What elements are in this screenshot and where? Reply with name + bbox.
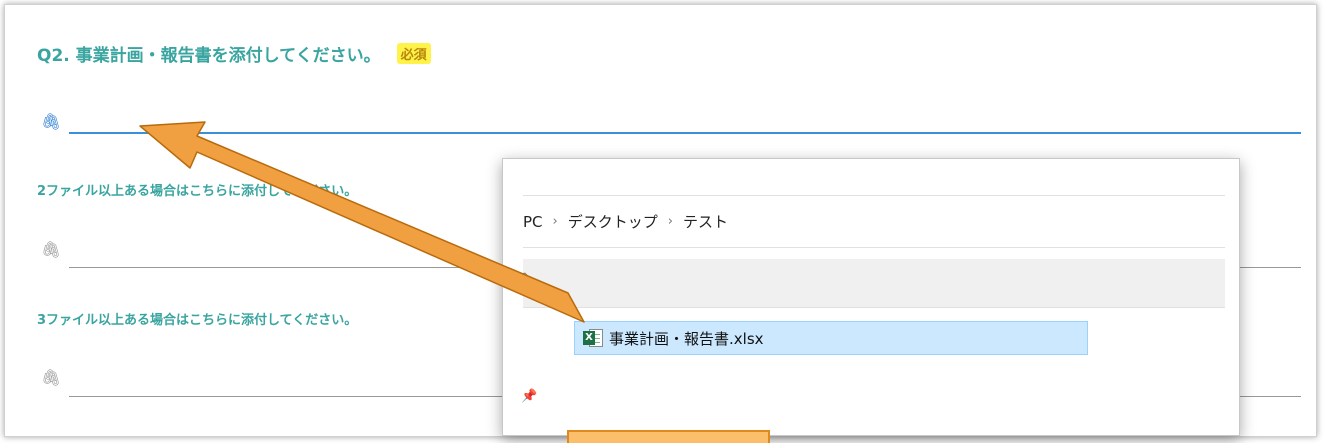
breadcrumb-desktop[interactable]: デスクトップ [568,211,658,232]
chevron-right-icon: › [552,214,558,229]
pin-icon: ✎ [521,271,532,286]
breadcrumb-test[interactable]: テスト [683,211,728,232]
attachment-label-3: 3ファイル以上ある場合はこちらに添付してください。 [37,313,358,328]
file-name: 事業計画・報告書.xlsx [609,329,764,348]
attachment-field-1[interactable] [69,132,1301,134]
divider [523,195,1225,196]
required-badge: 必須 [396,43,431,64]
attachment-label-2: 2ファイル以上ある場合はこちらに添付してください。 [37,184,358,199]
breadcrumb-pc[interactable]: PC [523,213,543,231]
question-title: Q2. 事業計画・報告書を添付してください。 必須 [37,41,431,66]
question-title-text: Q2. 事業計画・報告書を添付してください。 [37,46,381,66]
annotation-box [567,430,770,443]
excel-file-icon: X [583,328,603,348]
paperclip-icon[interactable]: 🖇 [41,241,61,259]
file-item-xlsx[interactable]: X 事業計画・報告書.xlsx [574,321,1088,355]
breadcrumb: PC › デスクトップ › テスト [523,211,728,232]
pin-icon: 📌 [521,389,538,404]
paperclip-icon[interactable]: 🖇 [41,113,61,131]
paperclip-icon[interactable]: 🖇 [41,369,61,387]
chevron-right-icon: › [667,214,673,229]
divider [523,307,1225,308]
toolbar-band [523,259,1225,307]
file-explorer-window: PC › デスクトップ › テスト ✎ X 事業計画・報告書.xlsx 📌 [502,158,1240,436]
divider [523,247,1225,248]
